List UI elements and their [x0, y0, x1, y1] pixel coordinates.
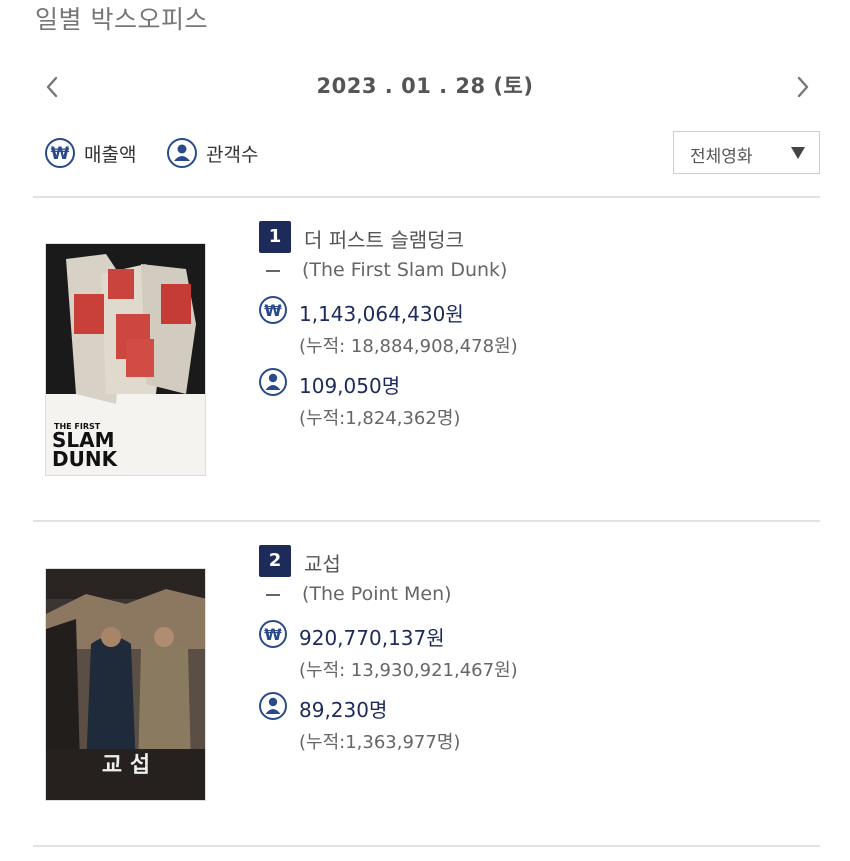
- svg-text:DUNK: DUNK: [52, 447, 119, 471]
- movie-list-item: 교 섭 2 교섭 (The Point Men) ₩ 920,770,137원 …: [0, 522, 850, 842]
- movie-title-en: (The First Slam Dunk): [302, 259, 508, 281]
- daily-sales: 920,770,137원: [299, 626, 445, 650]
- svg-text:₩: ₩: [51, 144, 70, 164]
- sales-toggle-label: 매출액: [84, 143, 137, 166]
- won-icon: ₩: [45, 138, 75, 168]
- rank-badge: 1: [259, 221, 291, 253]
- page-title: 일별 박스오피스: [35, 5, 208, 34]
- date-navigation: 2023 . 01 . 28 (토): [0, 62, 850, 108]
- cumulative-sales: (누적: 13,930,921,467원): [299, 660, 518, 681]
- cumulative-sales: (누적: 18,884,908,478원): [299, 336, 518, 357]
- movie-title[interactable]: 교섭: [304, 548, 341, 577]
- movie-list-item: THE FIRST SLAM DUNK 1 더 퍼스트 슬램덩크 (The Fi…: [0, 198, 850, 518]
- divider: [33, 845, 820, 847]
- person-icon: [259, 368, 287, 396]
- won-icon: ₩: [259, 296, 287, 324]
- movie-title[interactable]: 더 퍼스트 슬램덩크: [304, 224, 464, 253]
- cumulative-audience: (누적:1,824,362명): [299, 408, 461, 429]
- movie-filter-value: 전체영화: [690, 147, 753, 167]
- movie-title-en: (The Point Men): [302, 583, 452, 605]
- person-icon: [167, 138, 197, 168]
- person-icon: [259, 692, 287, 720]
- current-date: 2023 . 01 . 28 (토): [316, 74, 534, 98]
- cumulative-audience: (누적:1,363,977명): [299, 732, 461, 753]
- daily-audience: 109,050명: [299, 374, 401, 398]
- chevron-right-icon[interactable]: [787, 72, 817, 102]
- movie-poster[interactable]: 교 섭: [45, 568, 206, 801]
- dash-divider: [266, 593, 280, 596]
- svg-text:₩: ₩: [264, 301, 282, 320]
- dash-divider: [266, 269, 280, 272]
- rank-badge: 2: [259, 545, 291, 577]
- movie-poster[interactable]: THE FIRST SLAM DUNK: [45, 243, 206, 476]
- sales-toggle[interactable]: ₩ 매출액: [44, 135, 136, 171]
- audience-toggle[interactable]: 관객수: [166, 135, 258, 171]
- won-icon: ₩: [259, 620, 287, 648]
- movie-title-en-row: (The First Slam Dunk): [266, 259, 507, 281]
- daily-sales: 1,143,064,430원: [299, 302, 464, 326]
- point-men-poster-image: 교 섭: [46, 569, 205, 800]
- svg-text:교 섭: 교 섭: [102, 753, 150, 778]
- audience-toggle-label: 관객수: [206, 143, 259, 166]
- movie-filter-select[interactable]: 전체영화: [673, 131, 820, 174]
- slam-dunk-poster-image: THE FIRST SLAM DUNK: [46, 244, 205, 475]
- svg-text:₩: ₩: [264, 625, 282, 644]
- caret-down-icon: [791, 147, 805, 159]
- daily-audience: 89,230명: [299, 698, 388, 722]
- movie-title-en-row: (The Point Men): [266, 583, 452, 605]
